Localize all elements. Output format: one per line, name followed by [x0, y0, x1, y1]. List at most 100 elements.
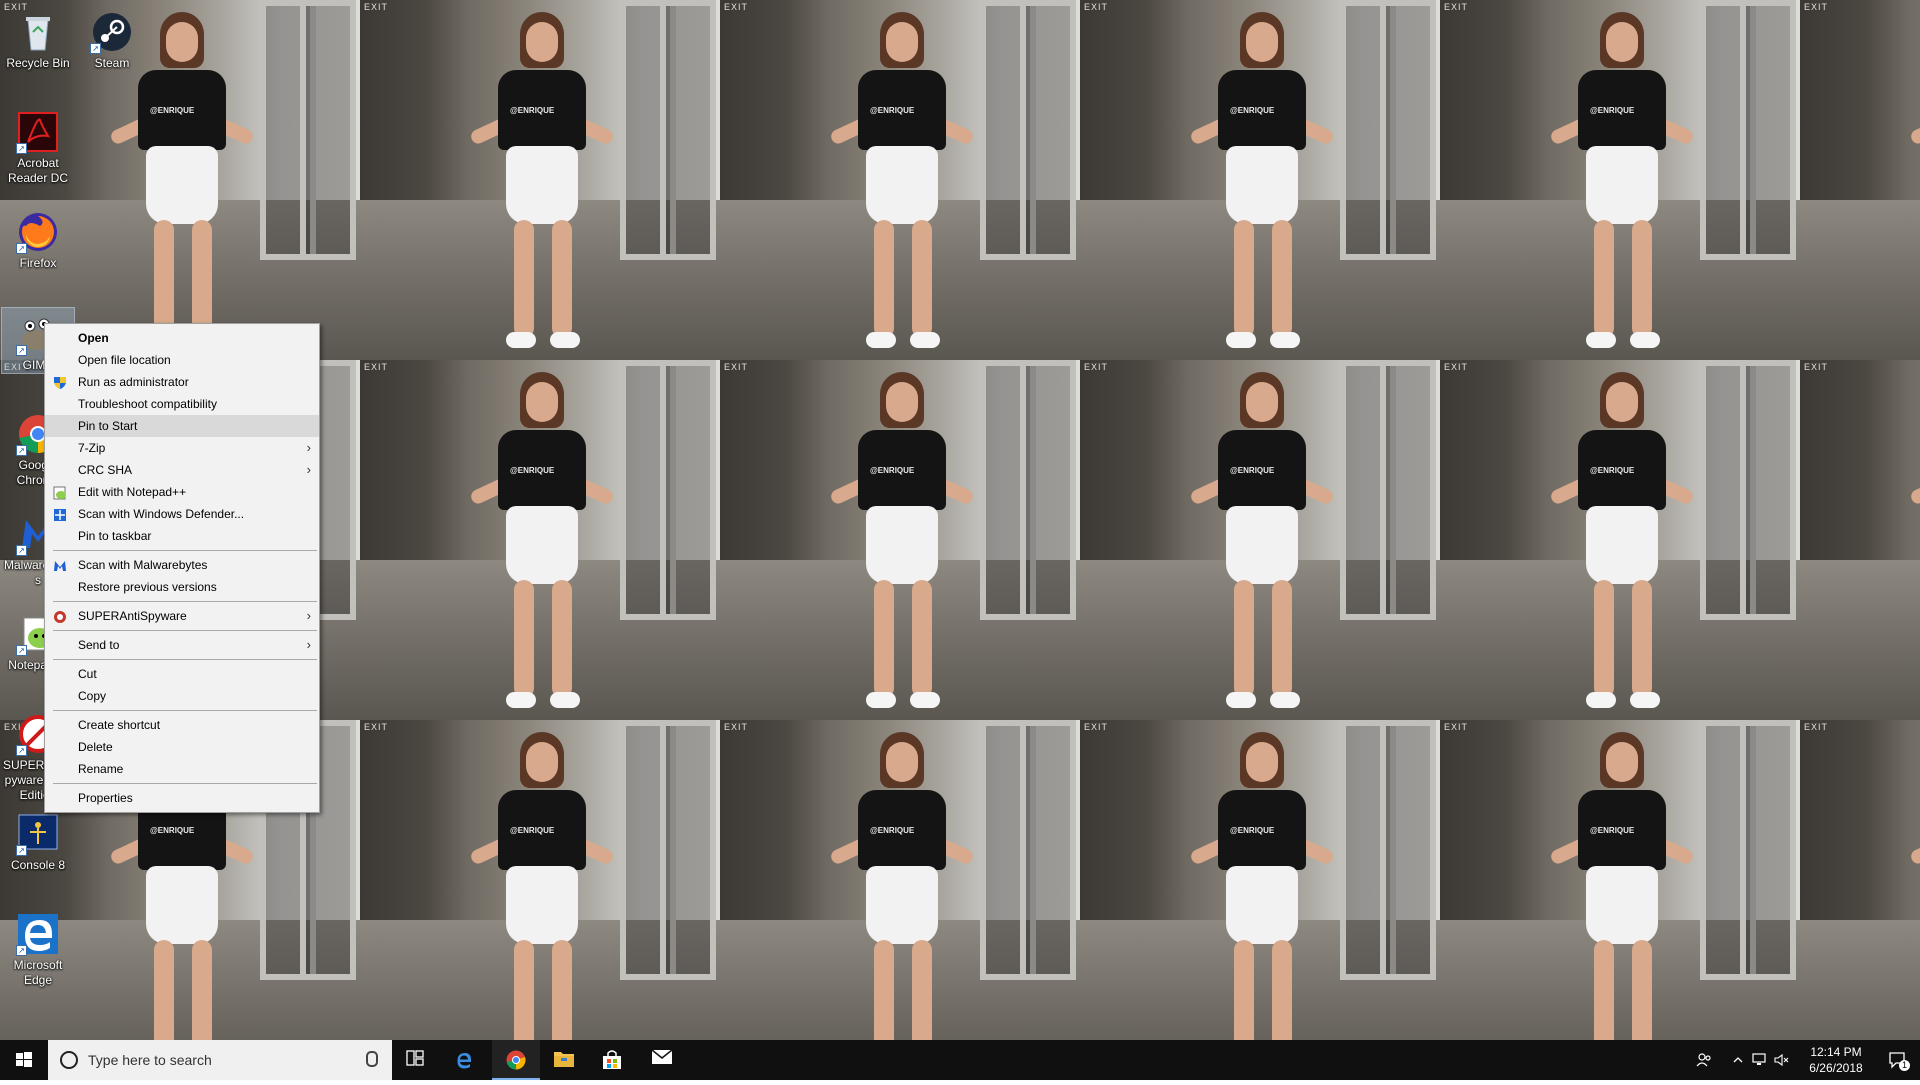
taskbar-app-mail[interactable]	[638, 1040, 686, 1080]
menu-item-run-as-administrator[interactable]: Run as administrator	[45, 371, 319, 393]
wallpaper-door	[660, 720, 716, 980]
person-shoe	[910, 692, 940, 708]
person-leg	[1594, 220, 1614, 338]
person-leg	[1632, 940, 1652, 1040]
person-skirt	[1226, 866, 1298, 944]
menu-item-restore-previous-versions[interactable]: Restore previous versions	[45, 576, 319, 598]
shortcut-arrow-icon: ↗	[16, 645, 27, 656]
taskbar-app-task-view[interactable]	[392, 1040, 440, 1080]
menu-item-scan-with-malwarebytes[interactable]: Scan with Malwarebytes	[45, 554, 319, 576]
taskbar-app-edge[interactable]	[440, 1040, 488, 1080]
desktop-icon-steam[interactable]: ↗ Steam	[76, 6, 148, 71]
shirt-logo-text: @ENRIQUE	[150, 106, 195, 115]
person-shoe	[910, 332, 940, 348]
taskbar-app-file-explorer[interactable]	[540, 1040, 588, 1080]
person-leg	[874, 580, 894, 698]
wallpaper-exit-sign: EXIT	[364, 722, 389, 732]
menu-item-label: Restore previous versions	[78, 580, 217, 594]
wallpaper-tile: EXIT @ENRIQUE	[1080, 360, 1440, 720]
desktop-icon-recycle-bin[interactable]: Recycle Bin	[2, 6, 74, 71]
shirt-logo-text: @ENRIQUE	[1230, 106, 1275, 115]
search-box[interactable]: Type here to search	[48, 1040, 392, 1080]
menu-item-copy[interactable]: Copy	[45, 685, 319, 707]
desktop-icon-console[interactable]: ↗ Console 8	[2, 808, 74, 873]
task-view-icon	[405, 1049, 425, 1072]
person-shoe	[1226, 692, 1256, 708]
menu-item-7-zip[interactable]: 7-Zip ›	[45, 437, 319, 459]
clock[interactable]: 12:14 PM 6/26/2018	[1796, 1044, 1876, 1076]
person-skirt	[146, 146, 218, 224]
person-face	[526, 742, 558, 782]
menu-item-superantispyware[interactable]: SUPERAntiSpyware ›	[45, 605, 319, 627]
person-shoe	[1586, 692, 1616, 708]
people-icon[interactable]	[1696, 1052, 1712, 1068]
shortcut-arrow-icon: ↗	[16, 945, 27, 956]
menu-item-troubleshoot-compatibility[interactable]: Troubleshoot compatibility	[45, 393, 319, 415]
wallpaper-tile: EXIT @ENRIQUE	[1800, 0, 1920, 360]
person-arm	[1908, 116, 1920, 146]
menu-item-cut[interactable]: Cut	[45, 663, 319, 685]
menu-item-label: Edit with Notepad++	[78, 485, 187, 499]
person-shoe	[1270, 692, 1300, 708]
taskbar-app-chrome[interactable]	[492, 1040, 540, 1080]
wallpaper-person: @ENRIQUE	[1908, 366, 1920, 716]
wallpaper-exit-sign: EXIT	[1084, 362, 1109, 372]
wallpaper-door	[1380, 360, 1436, 620]
wallpaper-exit-sign: EXIT	[364, 2, 389, 12]
person-shoe	[866, 332, 896, 348]
person-face	[1246, 382, 1278, 422]
person-leg	[154, 220, 174, 338]
wallpaper-door	[1020, 0, 1076, 260]
person-face	[166, 22, 198, 62]
menu-item-label: Scan with Windows Defender...	[78, 507, 245, 521]
wallpaper-door	[660, 0, 716, 260]
menu-item-create-shortcut[interactable]: Create shortcut	[45, 714, 319, 736]
menu-item-label: Delete	[78, 740, 113, 754]
person-face	[526, 22, 558, 62]
person-skirt	[1226, 146, 1298, 224]
desktop-icon-edge[interactable]: ↗ Microsoft Edge	[2, 908, 74, 988]
desktop-icon-firefox[interactable]: ↗ Firefox	[2, 206, 74, 271]
menu-item-label: Open file location	[78, 353, 171, 367]
shortcut-arrow-icon: ↗	[90, 43, 101, 54]
wallpaper-exit-sign: EXIT	[1444, 362, 1469, 372]
menu-item-open-file-location[interactable]: Open file location	[45, 349, 319, 371]
menu-item-open[interactable]: Open	[45, 327, 319, 349]
person-leg	[1234, 580, 1254, 698]
desktop[interactable]: EXIT @ENRIQUE EXIT @ENRIQUE EXIT @ENRIQUE EXIT…	[0, 0, 1920, 1040]
desktop-icon-acrobat[interactable]: ↗ Acrobat Reader DC	[2, 106, 74, 186]
wallpaper-person: @ENRIQUE	[1188, 366, 1336, 716]
volume-muted-icon[interactable]	[1774, 1053, 1790, 1067]
menu-item-properties[interactable]: Properties	[45, 787, 319, 809]
chevron-up-icon[interactable]	[1732, 1054, 1744, 1066]
person-face	[1606, 742, 1638, 782]
network-icon[interactable]	[1752, 1053, 1768, 1067]
wallpaper-person: @ENRIQUE	[1908, 726, 1920, 1040]
menu-item-edit-with-notepad[interactable]: Edit with Notepad++	[45, 481, 319, 503]
menu-item-pin-to-taskbar[interactable]: Pin to taskbar	[45, 525, 319, 547]
shirt-logo-text: @ENRIQUE	[1590, 826, 1635, 835]
menu-item-delete[interactable]: Delete	[45, 736, 319, 758]
shortcut-arrow-icon: ↗	[16, 845, 27, 856]
menu-item-rename[interactable]: Rename	[45, 758, 319, 780]
taskbar-app-store[interactable]	[588, 1040, 636, 1080]
person-shoe	[506, 332, 536, 348]
menu-item-crc-sha[interactable]: CRC SHA ›	[45, 459, 319, 481]
menu-separator	[53, 630, 317, 631]
menu-item-label: Create shortcut	[78, 718, 161, 732]
wallpaper-door	[1020, 360, 1076, 620]
person-leg	[514, 940, 534, 1040]
menu-item-scan-with-windows-defender[interactable]: Scan with Windows Defender...	[45, 503, 319, 525]
menu-item-pin-to-start[interactable]: Pin to Start	[45, 415, 319, 437]
shield-icon	[53, 375, 67, 389]
wallpaper-tile: EXIT @ENRIQUE	[1800, 360, 1920, 720]
superantispyware-icon	[53, 609, 67, 623]
wallpaper-door	[1740, 360, 1796, 620]
microphone-icon[interactable]	[366, 1051, 378, 1067]
menu-separator	[53, 710, 317, 711]
menu-item-label: Cut	[78, 667, 97, 681]
action-center-button[interactable]: 1	[1876, 1040, 1920, 1080]
menu-item-send-to[interactable]: Send to ›	[45, 634, 319, 656]
person-shoe	[1270, 332, 1300, 348]
start-button[interactable]	[0, 1040, 48, 1080]
